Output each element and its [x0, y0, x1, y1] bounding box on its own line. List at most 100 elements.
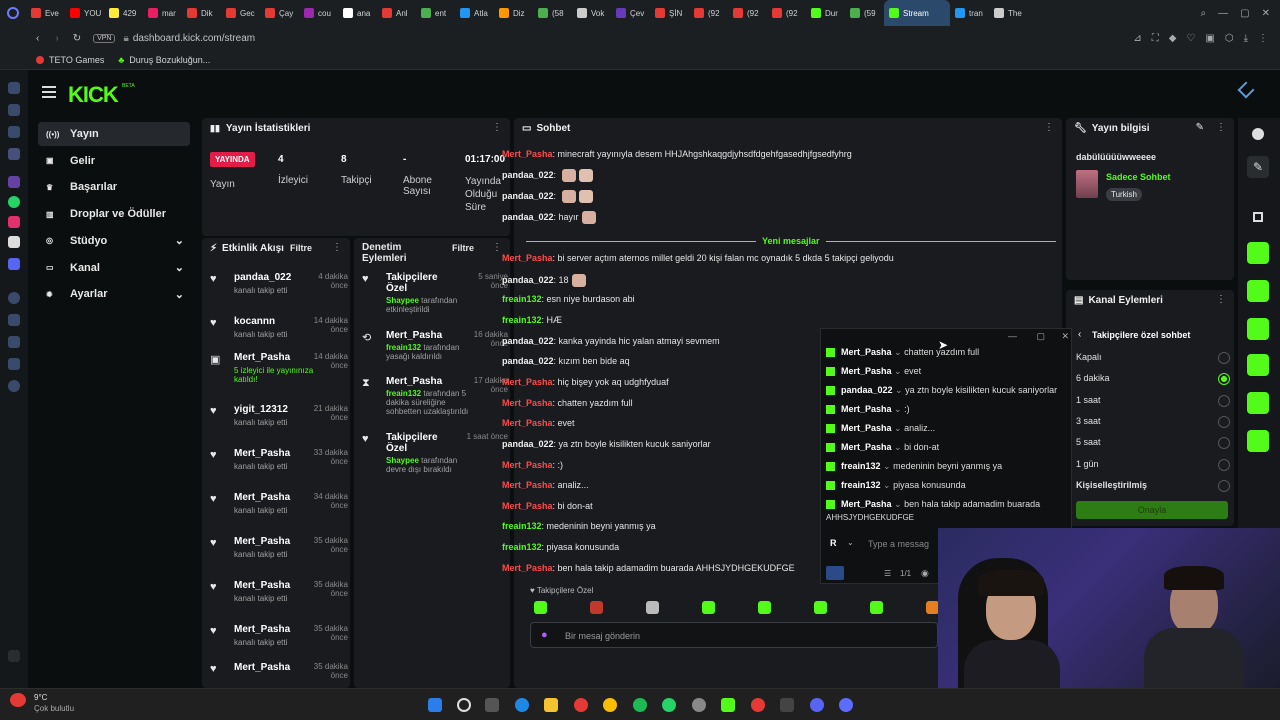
activity-item[interactable]: ♥ Mert_Pasha kanalı takip etti 35 dakika ön… — [210, 536, 348, 559]
popout-username[interactable]: Mert_Pasha — [841, 366, 892, 376]
chat-message[interactable]: Mert_Pasha: :) — [502, 460, 563, 470]
chat-message[interactable]: freain132: esn niye burdason abi — [502, 294, 635, 304]
activity-item[interactable]: ▣ Mert_Pasha 5 izleyici ile yayınınıza kat… — [210, 352, 348, 384]
chat-username[interactable]: Mert_Pasha — [502, 480, 553, 490]
edit-pencil-icon[interactable]: ✎ — [1196, 122, 1204, 133]
chevron-down-icon[interactable]: ⌄ — [175, 234, 184, 247]
moderator-name[interactable]: Shaypee — [386, 296, 419, 305]
sidebar-history-icon[interactable] — [8, 336, 20, 348]
popout-message[interactable]: Mert_Pasha ⌄ chatten yazdım full — [826, 347, 979, 358]
chat-username[interactable]: freain132 — [502, 521, 542, 531]
activity-menu-icon[interactable]: ⋮ — [332, 242, 342, 253]
chat-username[interactable]: pandaa_022 — [502, 212, 554, 222]
opera-gx-taskbar-icon[interactable] — [751, 698, 765, 712]
browser-tab[interactable]: (92 — [689, 0, 728, 26]
browser-tab[interactable]: Stream — [884, 0, 950, 26]
activity-item[interactable]: ♥ yigit_12312 kanalı takip etti 21 dakika ö… — [210, 404, 348, 427]
popout-maximize-icon[interactable]: ▢ — [1036, 331, 1045, 342]
popout-message[interactable]: Mert_Pasha ⌄ bi don-at — [826, 442, 939, 453]
browser-tab[interactable]: ŞİN — [650, 0, 689, 26]
sidebar-discord-icon[interactable] — [8, 258, 20, 270]
chat-input[interactable]: ● Bir mesaj gönderin — [530, 622, 938, 648]
quick-action-4-icon[interactable] — [1247, 354, 1269, 376]
snapshot-icon[interactable]: ⛶ — [1152, 33, 1159, 44]
file-explorer-icon[interactable] — [544, 698, 558, 712]
browser-tab[interactable]: mar — [143, 0, 182, 26]
notification-icon[interactable] — [1237, 81, 1255, 99]
sidebar-item-yayın[interactable]: ((•)) Yayın — [38, 122, 190, 146]
chat-username[interactable]: pandaa_022 — [502, 191, 554, 201]
info-icon[interactable] — [1252, 128, 1264, 140]
chat-username[interactable]: pandaa_022 — [502, 275, 554, 285]
download-icon[interactable]: ⤓ — [1244, 33, 1248, 44]
chat-username[interactable]: pandaa_022 — [502, 439, 554, 449]
chat-message[interactable]: pandaa_022: kanka yayinda hic yalan atma… — [502, 336, 720, 346]
maximize-icon[interactable]: ▢ — [1240, 8, 1249, 19]
browser-tab[interactable]: Atla — [455, 0, 494, 26]
browser-tab[interactable]: Gec — [221, 0, 260, 26]
chat-username[interactable]: Mert_Pasha — [502, 253, 553, 263]
url-field[interactable]: dashboard.kick.com/stream — [133, 33, 255, 44]
activity-user[interactable]: pandaa_022 — [234, 272, 300, 283]
activity-item[interactable]: ♥ Mert_Pasha kanalı takip etti 35 dakika ön… — [210, 624, 348, 647]
quick-action-1-icon[interactable] — [1247, 242, 1269, 264]
popout-username[interactable]: pandaa_022 — [841, 385, 893, 395]
moderation-filter-button[interactable]: Filtre — [452, 243, 474, 253]
chat-message[interactable]: pandaa_022: — [502, 169, 593, 182]
hamburger-menu-icon[interactable] — [42, 86, 56, 98]
chat-message[interactable]: Mert_Pasha: hiç bişey yok aq udghfyduaf — [502, 377, 669, 387]
chat-username[interactable]: Mert_Pasha — [502, 398, 553, 408]
edit-icon[interactable]: ✎ — [1247, 156, 1269, 178]
quick-action-3-icon[interactable] — [1247, 318, 1269, 340]
activity-user[interactable]: Mert_Pasha — [234, 624, 300, 635]
popout-user-chevron-icon[interactable]: ⌄ — [892, 423, 905, 433]
chat-username[interactable]: Mert_Pasha — [502, 460, 553, 470]
popout-message[interactable]: pandaa_022 ⌄ ya ztn boyle kisilikten kuc… — [826, 385, 1057, 396]
chat-username[interactable]: pandaa_022 — [502, 336, 554, 346]
vpn-badge[interactable]: VPN — [93, 33, 116, 43]
obs-icon[interactable] — [780, 698, 794, 712]
chat-username[interactable]: freain132 — [502, 294, 542, 304]
popout-username[interactable]: freain132 — [841, 461, 881, 471]
translate-icon[interactable]: ▣ — [1205, 33, 1214, 44]
followers-only-option-label[interactable]: 1 saat — [1076, 395, 1101, 405]
channel-actions-menu-icon[interactable]: ⋮ — [1216, 294, 1226, 305]
activity-user[interactable]: Mert_Pasha — [234, 536, 300, 547]
popout-message[interactable]: Mert_Pasha ⌄ evet — [826, 366, 921, 377]
popout-user-chevron-icon[interactable]: ⌄ — [892, 347, 905, 357]
browser-tab[interactable]: Çev — [611, 0, 650, 26]
moderation-item[interactable]: ⟲ Mert_Pasha freain132 tarafından yasağı k… — [362, 330, 508, 361]
chat-message[interactable]: Mert_Pasha: analiz... — [502, 480, 589, 490]
bookmark-durus[interactable]: Duruş Bozukluğun... — [129, 55, 210, 65]
moderator-name[interactable]: freain132 — [386, 389, 421, 398]
spotify-icon[interactable] — [633, 698, 647, 712]
followers-only-radio[interactable] — [1218, 352, 1230, 364]
activity-item[interactable]: ♥ pandaa_022 kanalı takip etti 4 dakika önc… — [210, 272, 348, 295]
quick-emote-icon[interactable] — [758, 601, 771, 614]
popout-username[interactable]: Mert_Pasha — [841, 423, 892, 433]
popout-user-chevron-icon[interactable]: ⌄ — [881, 480, 894, 490]
browser-tab[interactable]: (58 — [533, 0, 572, 26]
chat-username[interactable]: freain132 — [502, 542, 542, 552]
browser-tab[interactable]: ent — [416, 0, 455, 26]
popout-username[interactable]: Mert_Pasha — [841, 499, 892, 509]
activity-user[interactable]: yigit_12312 — [234, 404, 300, 415]
browser-tab[interactable]: Dik — [182, 0, 221, 26]
popout-message[interactable]: Mert_Pasha ⌄ ben hala takip adamadim bua… — [826, 499, 1040, 510]
activity-item[interactable]: ♥ kocannn kanalı takip etti 14 dakika önce — [210, 316, 348, 339]
chat-message[interactable]: pandaa_022: ya ztn boyle kisilikten kucu… — [502, 439, 711, 449]
sidebar-whatsapp-icon[interactable] — [8, 196, 20, 208]
moderator-name[interactable]: Shaypee — [386, 456, 419, 465]
activity-user[interactable]: Mert_Pasha — [234, 580, 300, 591]
popout-eye-icon[interactable]: ◉ — [921, 568, 929, 579]
popout-user-chevron-icon[interactable]: ⌄ — [892, 404, 905, 414]
activity-user[interactable]: Mert_Pasha — [234, 492, 300, 503]
browser-tab[interactable]: Anl — [377, 0, 416, 26]
browser-tab[interactable]: tran — [950, 0, 989, 26]
sidebar-ai-icon[interactable] — [8, 104, 20, 116]
followers-only-radio[interactable] — [1218, 415, 1230, 428]
browser-tab[interactable]: Vok — [572, 0, 611, 26]
popout-username[interactable]: Mert_Pasha — [841, 404, 892, 414]
task-view-icon[interactable] — [485, 698, 499, 712]
activity-item[interactable]: ♥ Mert_Pasha kanalı takip etti 33 dakika ön… — [210, 448, 348, 471]
